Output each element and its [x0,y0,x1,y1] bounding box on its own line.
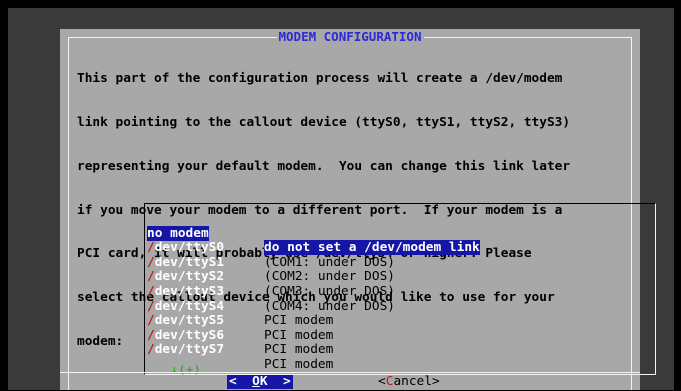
dialog-title-text: MODEM CONFIGURATION [276,29,424,44]
menu-item-no-modem[interactable]: no modem do not set a /dev/modem link [147,212,567,256]
menu-description: PCI modem [264,342,334,358]
menu-item-ttyS5[interactable]: /dev/ttyS5 PCI modem [147,300,567,342]
menu-item-ttyS1[interactable]: /dev/ttyS1 (COM2: under DOS) [147,241,567,284]
button-row: < OK > <Cancel> [60,372,640,391]
menu-item-ttyS2[interactable]: /dev/ttyS2 (COM3: under DOS) [147,256,567,299]
menu-item-ttyS6[interactable]: /dev/ttyS6 PCI modem [147,314,567,357]
menu-list: no modem do not set a /dev/modem link /d… [147,212,567,372]
menu-item-ttyS0[interactable]: /dev/ttyS0 (COM1: under DOS) [147,227,567,269]
ok-button[interactable]: < OK > [227,375,293,389]
menu-item-ttyS3[interactable]: /dev/ttyS3 (COM4: under DOS) [147,270,567,313]
description-line: link pointing to the callout device (tty… [77,114,571,130]
dialog-title: MODEM CONFIGURATION [60,29,640,44]
menu-item-ttyS4[interactable]: /dev/ttyS4 PCI modem [147,285,567,328]
menu-item-ttyS7[interactable]: /dev/ttyS7 PCI modem [147,329,567,372]
menu-tag: /dev/ttyS7 [147,342,225,358]
cancel-button[interactable]: <Cancel> [378,375,440,389]
menu-description: PCI modem [264,356,334,372]
modem-configuration-dialog: MODEM CONFIGURATION This part of the con… [60,29,656,391]
description-line: This part of the configuration process w… [77,71,563,87]
description-line: representing your default modem. You can… [77,158,571,174]
